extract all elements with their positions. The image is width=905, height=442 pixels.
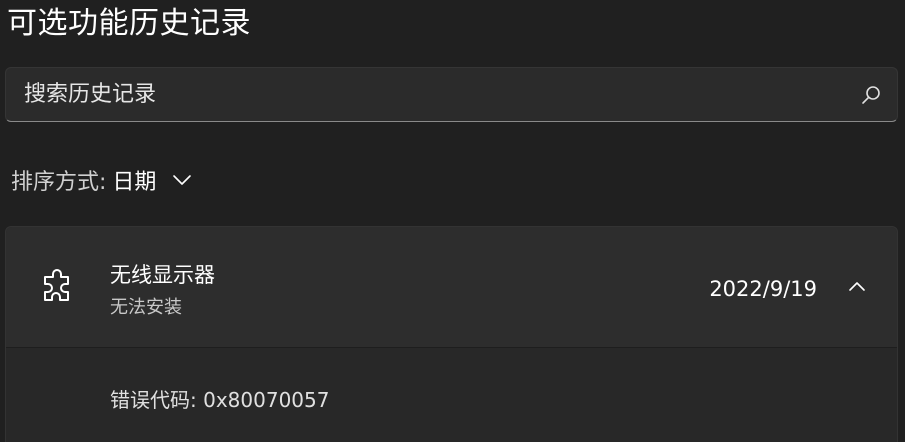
collapse-button[interactable] <box>837 269 877 309</box>
error-code-value: 0x80070057 <box>203 388 330 412</box>
feature-date: 2022/9/19 <box>709 277 817 301</box>
sort-dropdown[interactable]: 排序方式: 日期 <box>11 160 194 200</box>
sort-value[interactable]: 日期 <box>112 164 156 196</box>
optional-features-history-page: 可选功能历史记录 排序方式: 日期 无线显示器 无法安装 <box>0 0 905 442</box>
puzzle-icon <box>38 269 76 307</box>
search-icon[interactable] <box>859 83 883 107</box>
error-code-row: 错误代码: 0x80070057 <box>110 384 329 413</box>
page-title: 可选功能历史记录 <box>7 6 251 41</box>
chevron-up-icon <box>845 275 869 303</box>
sort-label: 排序方式: <box>11 170 107 195</box>
search-box[interactable] <box>5 67 898 122</box>
history-item-header[interactable]: 无线显示器 无法安装 2022/9/19 <box>6 227 897 348</box>
search-input[interactable] <box>24 68 844 121</box>
history-item-details: 错误代码: 0x80070057 <box>6 348 897 442</box>
feature-name: 无线显示器 <box>110 263 215 287</box>
error-code-label: 错误代码: <box>110 388 197 412</box>
feature-status: 无法安装 <box>110 297 182 318</box>
chevron-down-icon[interactable] <box>170 168 194 192</box>
history-list-item: 无线显示器 无法安装 2022/9/19 错误代码: 0x80070057 <box>5 226 898 442</box>
